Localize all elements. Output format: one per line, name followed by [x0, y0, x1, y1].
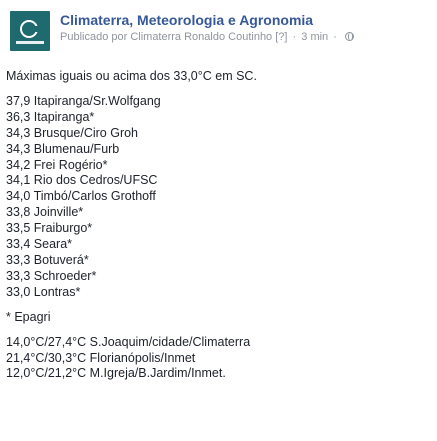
list-item: 34,0 Timbó/Carlos Grothoff: [6, 189, 156, 204]
logo-bar: [16, 41, 44, 44]
list-item: 33,5 Fraiburgo*: [6, 221, 93, 236]
list-item: 33,8 Joinville*: [6, 205, 84, 220]
list-item: 33,3 Schroeder*: [6, 268, 97, 283]
footnote: * Epagri: [6, 309, 51, 324]
facebook-post: Climaterra, Meteorologia e Agronomia Pub…: [0, 0, 437, 441]
meta-separator: ·: [292, 31, 297, 43]
list-item: 34,3 Blumenau/Furb: [6, 141, 120, 156]
list-item: 34,2 Frei Rogério*: [6, 157, 108, 172]
list-item: 21,4°C/30,3°C Florianópolis/Inmet: [6, 350, 196, 365]
list-item: 37,9 Itapiranga/Sr.Wolfgang: [6, 93, 161, 108]
meta-separator-2: ·: [333, 31, 337, 43]
list-item: 36,3 Itapiranga*: [6, 109, 95, 124]
globe-icon[interactable]: [344, 32, 354, 41]
list-item: 12,0°C/21,2°C M.Igreja/B.Jardim/Inmet.: [6, 366, 226, 381]
post-body: Máximas iguais ou acima dos 33,0°C em SC…: [6, 69, 431, 382]
post-meta: Publicado por Climaterra Ronaldo Coutinh…: [60, 31, 354, 43]
post-timestamp[interactable]: 3 min: [301, 31, 328, 43]
list-item: 33,4 Seara*: [6, 237, 73, 252]
list-item: 34,3 Brusque/Ciro Groh: [6, 125, 139, 140]
published-by-text: Publicado por Climaterra Ronaldo Coutinh…: [60, 31, 288, 43]
post-header: Climaterra, Meteorologia e Agronomia Pub…: [6, 8, 431, 54]
extremes-list: 14,0°C/27,4°C S.Joaquim/cidade/Climaterr…: [6, 335, 431, 383]
climaterra-logo-icon: [20, 20, 39, 38]
page-name-link[interactable]: Climaterra, Meteorologia e Agronomia: [60, 12, 313, 28]
list-item: 34,1 Rio dos Cedros/UFSC: [6, 173, 158, 188]
list-item: 14,0°C/27,4°C S.Joaquim/cidade/Climaterr…: [6, 334, 251, 349]
list-item: 33,3 Botuverá*: [6, 252, 89, 267]
station-list: 37,9 Itapiranga/Sr.Wolfgang 36,3 Itapira…: [6, 94, 431, 301]
post-intro: Máximas iguais ou acima dos 33,0°C em SC…: [6, 69, 257, 83]
list-item: 33,0 Lontras*: [6, 284, 81, 299]
page-avatar[interactable]: [10, 11, 50, 51]
